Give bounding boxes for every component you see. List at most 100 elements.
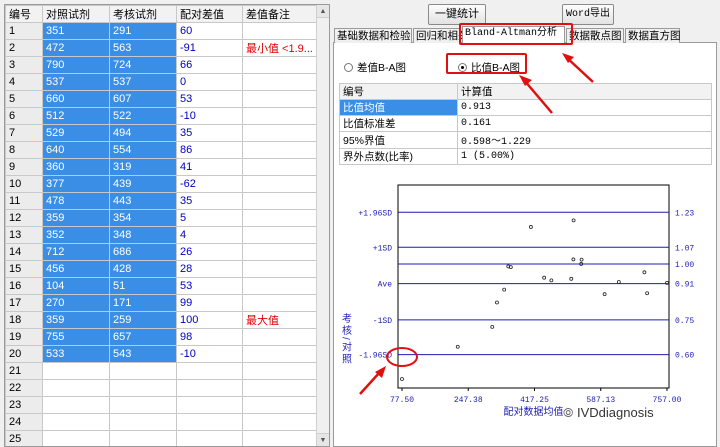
table-row[interactable]: 14 712 686 26 [5, 243, 319, 261]
table-row[interactable]: 7 529 494 35 [5, 124, 319, 142]
reference-value-cell[interactable]: 755 [42, 328, 110, 346]
row-number-cell[interactable]: 25 [5, 430, 43, 446]
test-value-cell[interactable]: 259 [109, 311, 177, 329]
table-row[interactable]: 2 472 563 -91 最小值 <1.9... [5, 39, 319, 57]
one-click-stats-button[interactable]: 一键统计 [428, 4, 486, 25]
reference-value-cell[interactable]: 472 [42, 39, 110, 57]
table-row[interactable]: 1 351 291 60 [5, 22, 319, 40]
test-value-cell[interactable]: 291 [109, 22, 177, 40]
paired-diff-cell[interactable]: -91 [176, 39, 243, 57]
grid-header-cell[interactable]: 对照试剂 [42, 5, 110, 23]
diff-note-cell[interactable] [242, 56, 319, 74]
test-value-cell[interactable]: 171 [109, 294, 177, 312]
test-value-cell[interactable]: 563 [109, 39, 177, 57]
paired-diff-cell[interactable]: 35 [176, 192, 243, 210]
reference-value-cell[interactable]: 537 [42, 73, 110, 91]
paired-diff-cell[interactable]: -10 [176, 107, 243, 125]
row-number-cell[interactable]: 7 [5, 124, 43, 142]
reference-value-cell[interactable]: 533 [42, 345, 110, 363]
result-row[interactable]: 95%界值 0.598～1.229 [339, 131, 712, 149]
result-value-cell[interactable]: 1 (5.00%) [457, 148, 712, 165]
diff-note-cell[interactable] [242, 158, 319, 176]
test-value-cell[interactable] [109, 379, 177, 397]
test-value-cell[interactable]: 439 [109, 175, 177, 193]
row-number-cell[interactable]: 16 [5, 277, 43, 295]
test-value-cell[interactable]: 657 [109, 328, 177, 346]
reference-value-cell[interactable]: 640 [42, 141, 110, 159]
row-number-cell[interactable]: 3 [5, 56, 43, 74]
paired-diff-cell[interactable]: 28 [176, 260, 243, 278]
paired-diff-cell[interactable]: 100 [176, 311, 243, 329]
diff-note-cell[interactable] [242, 243, 319, 261]
test-value-cell[interactable] [109, 430, 177, 446]
table-row[interactable]: 25 [5, 430, 319, 446]
paired-diff-cell[interactable]: 0 [176, 73, 243, 91]
reference-value-cell[interactable]: 270 [42, 294, 110, 312]
reference-value-cell[interactable]: 359 [42, 209, 110, 227]
table-row[interactable]: 4 537 537 0 [5, 73, 319, 91]
reference-value-cell[interactable]: 529 [42, 124, 110, 142]
paired-diff-cell[interactable]: 4 [176, 226, 243, 244]
row-number-cell[interactable]: 4 [5, 73, 43, 91]
row-number-cell[interactable]: 9 [5, 158, 43, 176]
table-row[interactable]: 20 533 543 -10 [5, 345, 319, 363]
diff-note-cell[interactable] [242, 260, 319, 278]
paired-diff-cell[interactable]: 98 [176, 328, 243, 346]
table-row[interactable]: 19 755 657 98 [5, 328, 319, 346]
row-number-cell[interactable]: 1 [5, 22, 43, 40]
diff-note-cell[interactable] [242, 209, 319, 227]
reference-value-cell[interactable]: 660 [42, 90, 110, 108]
table-row[interactable]: 12 359 354 5 [5, 209, 319, 227]
reference-value-cell[interactable] [42, 362, 110, 380]
diff-note-cell[interactable]: 最小值 <1.9... [242, 39, 319, 57]
test-value-cell[interactable]: 686 [109, 243, 177, 261]
test-value-cell[interactable]: 724 [109, 56, 177, 74]
table-row[interactable]: 6 512 522 -10 [5, 107, 319, 125]
scroll-up-arrow-icon[interactable]: ▲ [317, 5, 329, 18]
grid-header-cell[interactable]: 差值备注 [242, 5, 319, 23]
row-number-cell[interactable]: 8 [5, 141, 43, 159]
row-number-cell[interactable]: 19 [5, 328, 43, 346]
result-row[interactable]: 比值均值 0.913 [339, 99, 712, 116]
table-row[interactable]: 24 [5, 413, 319, 431]
diff-note-cell[interactable] [242, 175, 319, 193]
reference-value-cell[interactable]: 790 [42, 56, 110, 74]
paired-diff-cell[interactable]: 66 [176, 56, 243, 74]
paired-diff-cell[interactable] [176, 430, 243, 446]
tab-3[interactable]: 数据散点图 [566, 28, 624, 43]
grid-header-cell[interactable]: 考核试剂 [109, 5, 177, 23]
paired-diff-cell[interactable]: 35 [176, 124, 243, 142]
diff-note-cell[interactable] [242, 90, 319, 108]
result-value-cell[interactable]: 0.598～1.229 [457, 131, 712, 149]
diff-note-cell[interactable] [242, 192, 319, 210]
table-row[interactable]: 8 640 554 86 [5, 141, 319, 159]
test-value-cell[interactable]: 494 [109, 124, 177, 142]
table-row[interactable]: 16 104 51 53 [5, 277, 319, 295]
paired-diff-cell[interactable] [176, 413, 243, 431]
diff-note-cell[interactable] [242, 124, 319, 142]
row-number-cell[interactable]: 21 [5, 362, 43, 380]
reference-value-cell[interactable]: 478 [42, 192, 110, 210]
diff-note-cell[interactable] [242, 22, 319, 40]
result-label-cell[interactable]: 比值标准差 [339, 115, 458, 132]
paired-diff-cell[interactable]: -62 [176, 175, 243, 193]
diff-note-cell[interactable] [242, 226, 319, 244]
diff-note-cell[interactable] [242, 328, 319, 346]
paired-diff-cell[interactable]: 53 [176, 90, 243, 108]
test-value-cell[interactable] [109, 396, 177, 414]
grid-vertical-scrollbar[interactable]: ▲ ▼ [316, 5, 329, 446]
reference-value-cell[interactable]: 359 [42, 311, 110, 329]
paired-diff-cell[interactable]: 60 [176, 22, 243, 40]
result-value-cell[interactable]: 0.913 [457, 99, 712, 116]
result-row[interactable]: 比值标准差 0.161 [339, 115, 712, 132]
table-row[interactable]: 11 478 443 35 [5, 192, 319, 210]
result-label-cell[interactable]: 95%界值 [339, 131, 458, 149]
diff-note-cell[interactable] [242, 430, 319, 446]
scroll-down-arrow-icon[interactable]: ▼ [317, 433, 329, 446]
reference-value-cell[interactable]: 352 [42, 226, 110, 244]
diff-note-cell[interactable] [242, 277, 319, 295]
reference-value-cell[interactable]: 351 [42, 22, 110, 40]
paired-diff-cell[interactable]: 53 [176, 277, 243, 295]
diff-note-cell[interactable] [242, 413, 319, 431]
diff-note-cell[interactable] [242, 379, 319, 397]
